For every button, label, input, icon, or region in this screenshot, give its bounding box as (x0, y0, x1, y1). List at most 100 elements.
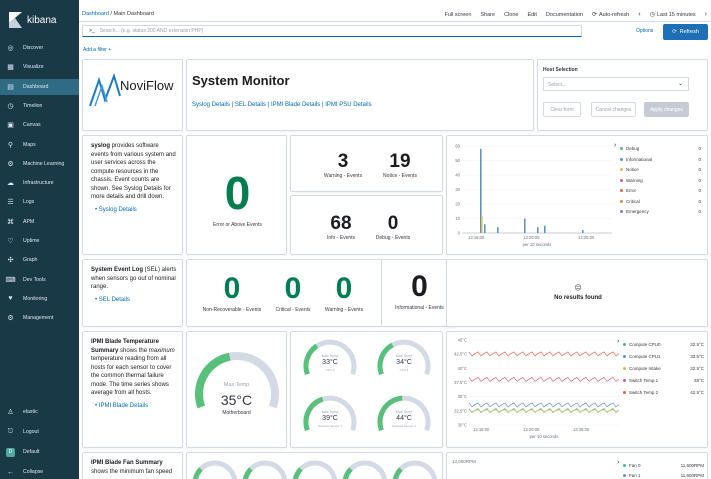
sidebar-item-graph[interactable]: ✣ Graph (0, 252, 79, 268)
legend-item[interactable]: Fan 0 11,600RPM (623, 461, 707, 470)
legend-item[interactable]: Compute Intake 32.5°C (623, 364, 707, 373)
legend-toggle-icon[interactable]: › (617, 338, 619, 345)
sidebar-item-dashboard[interactable]: ▤ Dashboard (0, 78, 79, 95)
sidebar-item-label: Machine Learning (23, 160, 65, 167)
x-axis-label: per 10 seconds (523, 242, 552, 247)
fan-gauges-panel (186, 452, 443, 479)
legend-color-dot (623, 367, 626, 370)
noviflow-logo-text: NoviFlow (120, 78, 174, 93)
fan-text: shows the minimum fan speed (91, 468, 173, 475)
legend-item[interactable]: Emergency 0 (620, 207, 704, 216)
legend-item[interactable]: Error 0 (620, 186, 704, 195)
fan-description: IPMI Blade Fan Summary shows the minimum… (83, 453, 182, 479)
options-link[interactable]: Options (636, 28, 653, 34)
legend-item[interactable]: Debug 0 (620, 144, 704, 153)
y-tick-label: 32.5°C (454, 408, 467, 413)
page-title: System Monitor (192, 73, 290, 88)
clear-form-button[interactable]: Clear form (543, 102, 581, 117)
legend-item[interactable]: Critical 0 (620, 197, 704, 206)
sidebar-item-default[interactable]: D Default (0, 444, 79, 460)
sidebar-item-dev-tools[interactable]: ⌨ Dev Tools (0, 272, 79, 288)
sidebar-item-maps[interactable]: ⚲ Maps (0, 137, 79, 153)
fullscreen-link[interactable]: Full screen (444, 12, 471, 18)
add-filter-link[interactable]: Add a filter + (83, 47, 111, 53)
legend-item[interactable]: Notice 0 (620, 165, 704, 174)
event-bar (537, 227, 539, 233)
sel-details-bullet-link[interactable]: • SEL Details (91, 296, 178, 305)
sel-title: System Event Log (91, 267, 144, 273)
blade-text-a: shows the (118, 347, 149, 354)
sel-details-link[interactable]: SEL Details (235, 102, 266, 108)
sidebar-item-canvas[interactable]: ▣ Canvas (0, 117, 79, 133)
sidebar-item-uptime[interactable]: ♡ Uptime (0, 233, 79, 249)
search-input[interactable]: >_ Search... (e.g. status:200 AND extens… (82, 25, 582, 37)
sidebar-item-management[interactable]: ⚙ Management (0, 310, 79, 326)
breadcrumb-dashboard[interactable]: Dashboard (82, 11, 109, 17)
legend-item[interactable]: Switch Temp 1 38°C (623, 376, 707, 385)
x-tick-label: 13:25:00 (578, 235, 595, 240)
apply-changes-button[interactable]: Apply changes (644, 102, 689, 117)
y-tick-label: 60 (455, 144, 460, 149)
legend-name: Switch Temp 1 (629, 378, 659, 383)
sel-critical-value: 0 (284, 272, 302, 305)
sidebar-item-apm[interactable]: ⌘ APM (0, 214, 79, 230)
syslog-details-link[interactable]: Syslog Details (192, 102, 230, 108)
documentation-link[interactable]: Documentation (546, 12, 583, 18)
sidebar-item-machine-learning[interactable]: ⚙ Machine Learning (0, 156, 79, 172)
time-range-label: Last 15 minutes (656, 11, 696, 18)
auto-refresh-button[interactable]: ⟳ Auto-refresh (592, 11, 629, 19)
share-link[interactable]: Share (480, 12, 495, 18)
sidebar-item-timelion[interactable]: ◷ Timelion (0, 98, 79, 114)
fan-gauge-fill (242, 467, 253, 479)
time-back-button[interactable]: ‹ (638, 11, 640, 18)
clone-link[interactable]: Clone (504, 12, 518, 18)
legend-item[interactable]: Compute CPU1 33.5°C (623, 352, 707, 361)
legend-item[interactable]: Informational 0 (620, 155, 704, 164)
sidebar-item-visualize[interactable]: ▦ Visualize (0, 59, 79, 75)
refresh-button[interactable]: ⟳ Refresh (663, 24, 708, 40)
sidebar-item-monitoring[interactable]: ♥ Monitoring (0, 291, 79, 307)
sidebar-item-logout[interactable]: ⎋ Logout (0, 424, 79, 440)
no-results-message: No results found (554, 295, 602, 301)
y-tick-label: 45°C (458, 338, 467, 343)
syslog-details-bullet-link[interactable]: • Syslog Details (91, 206, 178, 215)
legend-item[interactable]: Switch Temp 2 42.5°C (623, 388, 707, 397)
legend-color-dot (623, 391, 626, 394)
gauge-sub: CPU 1 (399, 368, 409, 372)
legend-item[interactable]: Warning 0 (620, 176, 704, 185)
blade-details-bullet-link[interactable]: • IPMI Blade Details (91, 402, 178, 411)
fan-gauge-fill (392, 467, 403, 479)
ipmi-psu-details-link[interactable]: IPMI PSU Details (325, 102, 371, 108)
legend-item[interactable]: Compute CPU0 32.5°C (623, 340, 707, 349)
legend-toggle-icon[interactable]: › (617, 459, 619, 466)
y-tick-label: 10 (455, 216, 460, 221)
sidebar-item-discover[interactable]: ◎ Discover (0, 40, 79, 56)
legend-toggle-icon[interactable]: › (614, 142, 616, 149)
syslog-legend: Debug 0 Informational 0 Notice 0 Warning 0 Error… (614, 142, 706, 244)
sidebar-item-logs[interactable]: ☰ Logs (0, 194, 79, 210)
devtools-icon: ⌨ (5, 276, 16, 284)
blade-text-em: maximum (148, 347, 175, 354)
timelion-icon: ◷ (7, 102, 14, 110)
ipmi-blade-details-link[interactable]: IPMI Blade Details (271, 102, 320, 108)
host-selection-label: Host Selection (543, 67, 578, 73)
y-tick-label: 30 (455, 187, 460, 192)
gauge-value: 44°C (396, 415, 412, 422)
time-forward-button[interactable]: › (705, 11, 707, 18)
edit-link[interactable]: Edit (527, 12, 536, 18)
logs-icon: ☰ (7, 199, 14, 207)
sidebar-item-label: Monitoring (23, 295, 48, 302)
query-prompt-icon: >_ (89, 28, 95, 34)
brand[interactable]: kibana (0, 0, 79, 40)
refresh-icon: ⟳ (672, 29, 677, 35)
time-range-picker[interactable]: ◷ Last 15 minutes (650, 11, 696, 19)
sidebar-item-elastic[interactable]: ♙ elastic (0, 404, 79, 420)
legend-item[interactable]: Fan 1 11,600RPM (623, 471, 707, 479)
cancel-changes-button[interactable]: Cancel changes (591, 102, 636, 117)
sidebar-item-infrastructure[interactable]: ☁ Infrastructure (0, 175, 79, 191)
sel-description: System Event Log (SEL) alerts when senso… (83, 260, 182, 308)
syslog-description-panel: syslog provides software events from var… (82, 135, 183, 255)
sidebar-item-collapse[interactable]: ← Collapse (0, 464, 79, 479)
host-select[interactable]: Select... ⌄ (543, 77, 689, 91)
syslog-events-chart: 60 50 40 30 20 10 0 13:15:00 13:20:00 13:25:00 per… (455, 144, 612, 247)
